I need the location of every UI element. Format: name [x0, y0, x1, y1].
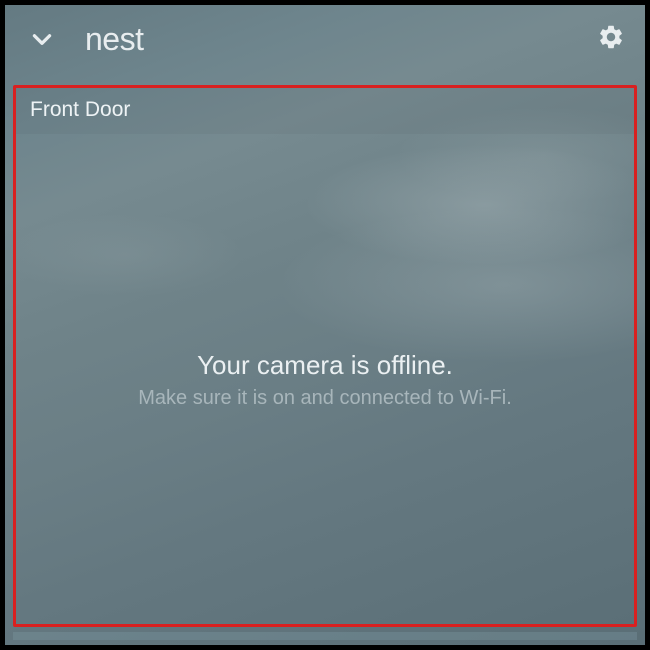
camera-card[interactable]: Front Door Your camera is offline. Make …: [13, 85, 637, 627]
chevron-down-icon[interactable]: [29, 26, 55, 52]
settings-button[interactable]: [597, 23, 625, 56]
top-bar-left: nest: [29, 21, 143, 58]
gear-icon: [597, 23, 625, 56]
bottom-strip: [13, 632, 637, 640]
status-subtitle: Make sure it is on and connected to Wi-F…: [138, 387, 512, 410]
top-bar: nest: [5, 5, 645, 73]
camera-name: Front Door: [30, 98, 620, 122]
status-title: Your camera is offline.: [197, 350, 453, 381]
app-container: nest Front Door Your camera is offline. …: [0, 0, 650, 650]
camera-header: Front Door: [16, 88, 634, 134]
camera-body: Your camera is offline. Make sure it is …: [16, 136, 634, 624]
brand-logo[interactable]: nest: [85, 21, 143, 58]
